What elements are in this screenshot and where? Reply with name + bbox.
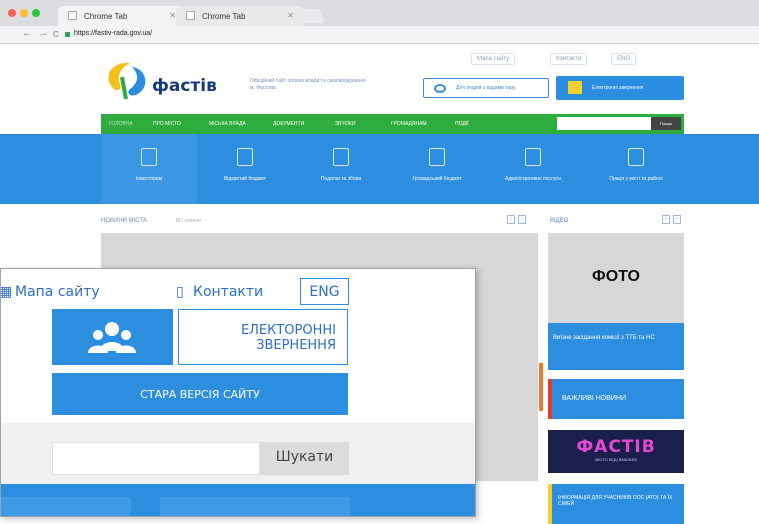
nav-item-links[interactable]: ЗВ'ЯЗКИ — [335, 121, 355, 127]
tab-inactive[interactable]: Chrome Tab ✕ — [176, 6, 304, 26]
category-taxes[interactable]: Податки та збори — [293, 134, 389, 204]
close-icon[interactable]: ✕ — [287, 11, 294, 20]
close-window-dot[interactable] — [8, 9, 16, 17]
breadcrumb-sub[interactable]: Всі новини — [176, 218, 201, 224]
breadcrumb[interactable]: НОВИНИ МІСТА — [101, 218, 147, 224]
reload-icon[interactable]: C — [53, 30, 59, 39]
people-button[interactable] — [52, 309, 173, 365]
nav-item-events[interactable]: ПОДІЇ — [455, 121, 469, 127]
money-icon — [429, 148, 445, 166]
accent-bar — [539, 363, 543, 411]
eye-icon — [434, 84, 446, 93]
next-arrow-icon[interactable]: › — [518, 215, 526, 224]
briefcase-icon — [141, 148, 157, 166]
category-public-budget[interactable]: Громадський бюджет — [389, 134, 485, 204]
zoom-overlay: ▦ Мапа сайту ▯ Контакти ENG ЕЛЕКТОРОННІ … — [0, 268, 476, 517]
category-label: Податки та збори — [320, 176, 362, 182]
page-icon — [68, 11, 77, 20]
sitemap-link[interactable]: Мапа сайту — [15, 284, 100, 300]
page-icon — [186, 11, 195, 20]
nav-item-documents[interactable]: ДОКУМЕНТИ — [273, 121, 304, 127]
category-label: Відкритий бюджет — [223, 176, 267, 182]
category-label: Праця у місті та районі — [609, 176, 663, 182]
category-label: Інвесторам — [135, 176, 163, 182]
category-bar — [1, 484, 475, 516]
search-button[interactable]: Шукати — [260, 442, 349, 475]
next-arrow-icon[interactable]: › — [673, 215, 681, 224]
search-input[interactable] — [557, 117, 651, 130]
category-open-budget[interactable]: Відкритий бюджет — [197, 134, 293, 204]
prev-arrow-icon[interactable]: ‹ — [662, 215, 670, 224]
accessibility-button[interactable]: Для людей з вадами зору — [423, 78, 549, 98]
category-tile[interactable] — [160, 497, 350, 516]
appeal-line-1: ЕЛЕКТОРОННІ — [240, 323, 336, 338]
browser-chrome: Chrome Tab ✕ Chrome Tab ✕ ← → C https://… — [0, 0, 759, 44]
forward-arrow-icon[interactable]: → — [38, 28, 48, 39]
banner-subtitle: МІСТО КЕДІ ВАЖЛИВІ — [595, 457, 637, 462]
video-heading: ВІДЕО — [550, 218, 569, 224]
sitemap-link[interactable]: Мапа сайту — [471, 53, 516, 65]
nav-item-authority[interactable]: МІСЬКА ВЛАДА — [209, 121, 246, 127]
maximize-window-dot[interactable] — [32, 9, 40, 17]
appeal-line-2: ЗВЕРНЕННЯ — [256, 338, 336, 353]
news-card[interactable]: Виїзне засідання комісії з ТТБ та НС — [548, 323, 684, 370]
eng-button[interactable]: ENG — [300, 278, 349, 305]
document-icon — [237, 148, 253, 166]
category-investors[interactable]: Інвесторам — [101, 134, 197, 204]
search-button[interactable]: Пошук — [651, 117, 681, 130]
contacts-link[interactable]: Контакти — [550, 53, 587, 65]
nav-item-about[interactable]: ПРО МІСТО — [153, 121, 181, 127]
logo-icon[interactable] — [100, 59, 152, 101]
fastiv-banner[interactable]: ФАСТІВ МІСТО КЕДІ ВАЖЛИВІ — [548, 430, 684, 473]
appeal-icon — [568, 81, 582, 94]
lock-icon — [65, 32, 70, 37]
phone-icon: ▯ — [176, 284, 184, 300]
banner-title: ФАСТІВ — [576, 437, 656, 457]
tab-label: Chrome Tab — [84, 12, 128, 21]
category-admin-services[interactable]: Адміністративні послуги — [485, 134, 581, 204]
calculator-icon — [333, 148, 349, 166]
tab-strip: Chrome Tab ✕ Chrome Tab ✕ — [0, 0, 759, 26]
minimize-window-dot[interactable] — [20, 9, 28, 17]
back-arrow-icon[interactable]: ← — [22, 28, 32, 39]
accessibility-label: Для людей з вадами зору — [456, 85, 516, 91]
contacts-link[interactable]: Контакти — [193, 284, 263, 300]
ato-info-banner[interactable]: ІНФОРМАЦІЯ ДЛЯ УЧАСНИКІВ ООС (АТО) ТА ЇХ… — [548, 484, 684, 524]
sitemap-icon: ▦ — [0, 284, 13, 300]
people-icon — [88, 322, 136, 353]
new-tab-button[interactable] — [297, 9, 325, 23]
important-news-button[interactable]: ВАЖЛИВІ НОВИНИ — [548, 379, 684, 419]
nav-item-home[interactable]: ГОЛОВНА — [109, 121, 133, 127]
electronic-appeal-button[interactable]: Електронні звернення — [556, 76, 684, 100]
close-icon[interactable]: ✕ — [169, 11, 176, 20]
electronic-appeal-button[interactable]: ЕЛЕКТОРОННІ ЗВЕРНЕННЯ — [178, 309, 348, 365]
category-tile[interactable] — [1, 497, 131, 516]
logo-subtitle: Офіційний сайт органів влади та самовряд… — [250, 78, 366, 91]
search-input[interactable] — [52, 442, 260, 475]
category-label: Адміністративні послуги — [505, 176, 561, 182]
appeal-label: Електронні звернення — [592, 85, 644, 91]
category-label: Громадський бюджет — [412, 176, 462, 182]
prev-arrow-icon[interactable]: ‹ — [507, 215, 515, 224]
url-field[interactable]: https://fastiv-rada.gov.ua/ — [74, 30, 152, 37]
tab-active[interactable]: Chrome Tab ✕ — [58, 6, 186, 26]
address-bar: ← → C https://fastiv-rada.gov.ua/ — [0, 26, 759, 44]
eng-link[interactable]: ENG — [611, 53, 637, 65]
tab-label: Chrome Tab — [202, 12, 246, 21]
logo-text: фастів — [152, 76, 217, 96]
nav-item-citizens[interactable]: ГРОМАДЯНАМ — [391, 121, 427, 127]
old-version-button[interactable]: СТАРА ВЕРСІЯ САЙТУ — [52, 373, 348, 415]
calendar-icon — [628, 148, 644, 166]
category-jobs[interactable]: Праця у місті та районі — [588, 134, 684, 204]
building-icon — [525, 148, 541, 166]
photo-placeholder[interactable]: ФОТО — [548, 233, 684, 323]
